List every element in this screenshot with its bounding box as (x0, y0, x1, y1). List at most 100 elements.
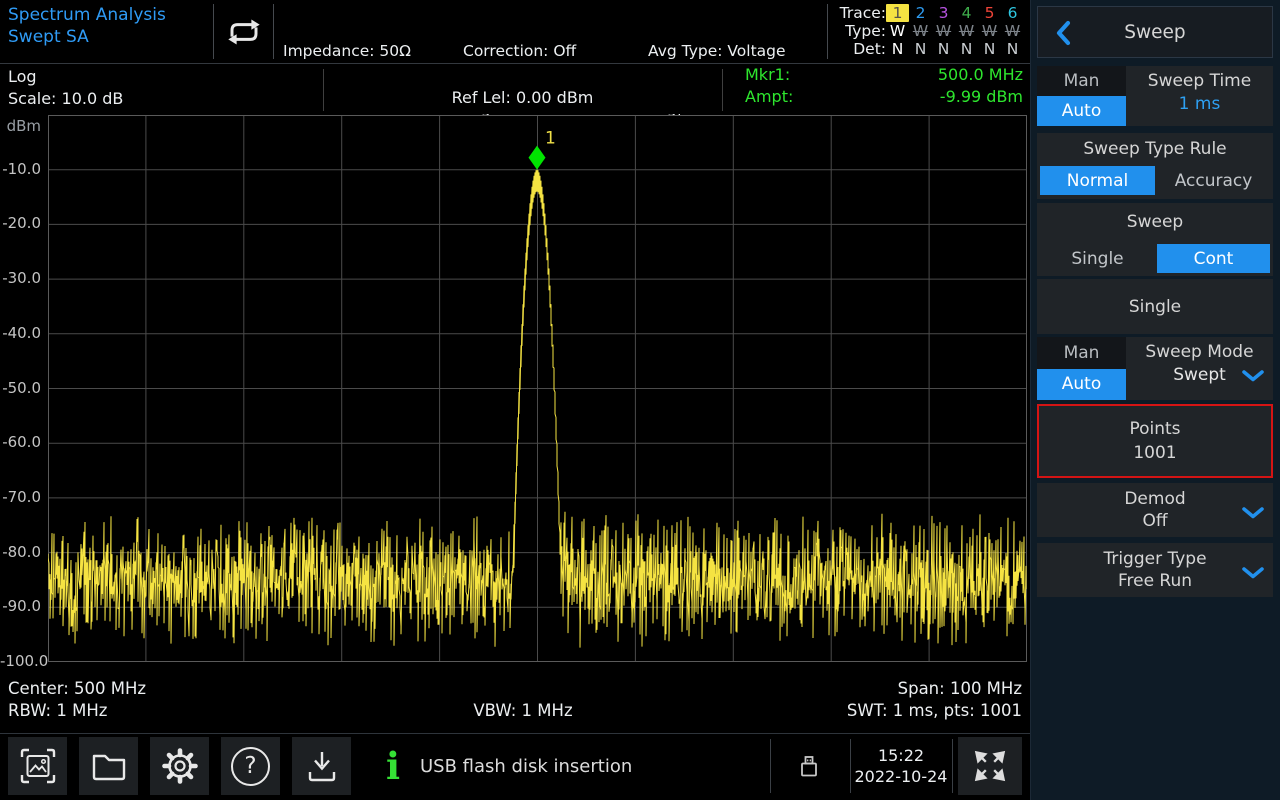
sweep-mode-man-auto-toggle: Man Auto (1037, 337, 1126, 400)
y-tick-label: -90.0 (0, 597, 44, 615)
spectrum-plot-area[interactable]: 1 (48, 115, 1027, 663)
trace-5-detector[interactable]: N (978, 40, 1001, 58)
save-button[interactable] (292, 737, 351, 795)
sweep-type-normal-option[interactable]: Normal (1040, 166, 1155, 195)
sweep-single-option[interactable]: Single (1040, 244, 1155, 273)
screenshot-button[interactable] (8, 737, 67, 795)
trace-6-detector[interactable]: N (1001, 40, 1024, 58)
sweep-cont-option[interactable]: Cont (1157, 244, 1270, 273)
sweep-type-rule-item: Sweep Type Rule Normal Accuracy (1037, 133, 1273, 199)
trace-1-number[interactable]: 1 (886, 4, 909, 22)
trace-3-number[interactable]: 3 (932, 4, 955, 22)
bottom-toolbar: ? i USB flash disk insertion (0, 733, 1030, 798)
rbw-readout[interactable]: RBW: 1 MHz (8, 701, 107, 720)
avg-type-readout: Avg Type: Voltage (648, 42, 786, 61)
y-tick-label: -80.0 (0, 543, 44, 561)
swt-readout[interactable]: SWT: 1 ms, pts: 1001 (700, 701, 1022, 720)
trace-4-type[interactable]: W (955, 22, 978, 40)
points-value: 1001 (1133, 443, 1176, 463)
trace-2-detector[interactable]: N (909, 40, 932, 58)
sweep-cont-item: Sweep Single Cont (1037, 203, 1273, 276)
trace-6-type[interactable]: W (1001, 22, 1024, 40)
sweep-time-man-auto-toggle: Man Auto (1037, 66, 1126, 126)
sweep-label: Sweep (1037, 212, 1273, 232)
type-row-label: Type: (830, 22, 886, 40)
divider (722, 69, 723, 111)
screenshot-icon (18, 746, 58, 786)
scale-readout[interactable]: Log Scale: 10.0 dB (8, 66, 123, 110)
marker-freq-value: 500.0 MHz (938, 65, 1023, 84)
demod-label: Demod (1124, 489, 1185, 509)
trace-5-number[interactable]: 5 (978, 4, 1001, 22)
sweep-mode-man-option[interactable]: Man (1037, 337, 1126, 369)
trigger-type-item[interactable]: Trigger Type Free Run (1037, 543, 1273, 597)
trigger-type-label: Trigger Type (1103, 549, 1206, 569)
center-freq-readout[interactable]: Center: 500 MHz (8, 679, 146, 698)
impedance-readout: Impedance: 50Ω (283, 42, 411, 61)
trigger-type-value: Free Run (1118, 571, 1192, 591)
marker-name: Mkr1: (745, 65, 790, 84)
y-tick-label: -40.0 (0, 324, 44, 342)
trace-6-number[interactable]: 6 (1001, 4, 1024, 22)
sweep-time-man-option[interactable]: Man (1037, 66, 1126, 96)
usb-device-icon (795, 752, 823, 784)
trace-3-detector[interactable]: N (932, 40, 955, 58)
divider (213, 4, 214, 59)
points-label: Points (1129, 419, 1180, 439)
menu-title: Sweep (1038, 7, 1272, 57)
menu-header[interactable]: Sweep (1037, 6, 1273, 58)
mode-title[interactable]: Spectrum Analysis Swept SA (8, 4, 166, 48)
trace-1-detector[interactable]: N (886, 40, 909, 58)
clock-time: 15:22 (878, 745, 924, 766)
trace-1-type[interactable]: W (886, 22, 909, 40)
trace-4-number[interactable]: 4 (955, 4, 978, 22)
scale-value: Scale: 10.0 dB (8, 88, 123, 110)
y-tick-label: -20.0 (0, 214, 44, 232)
info-icon: i (383, 744, 403, 788)
single-sweep-button[interactable]: Single (1037, 279, 1273, 334)
demod-item[interactable]: Demod Off (1037, 483, 1273, 537)
y-tick-label: -70.0 (0, 488, 44, 506)
chevron-down-icon (1242, 504, 1264, 523)
sweep-mode-auto-option[interactable]: Auto (1037, 369, 1126, 401)
sweep-type-accuracy-option[interactable]: Accuracy (1157, 166, 1270, 195)
trace-3-type[interactable]: W (932, 22, 955, 40)
points-item[interactable]: Points 1001 (1037, 404, 1273, 478)
trace-2-number[interactable]: 2 (909, 4, 932, 22)
status-message: USB flash disk insertion (420, 734, 632, 798)
fullscreen-button[interactable] (958, 737, 1022, 795)
marker-ampt-readout: Ampt: -9.99 dBm (745, 87, 1023, 106)
sweep-time-value: 1 ms (1126, 94, 1273, 114)
sweep-time-label: Sweep Time (1126, 71, 1273, 91)
trace-5-type[interactable]: W (978, 22, 1001, 40)
file-manager-button[interactable] (79, 737, 138, 795)
ref-level-readout[interactable]: Ref Lel: 0.00 dBm (323, 88, 722, 107)
save-download-icon (302, 746, 342, 786)
marker-diamond[interactable] (529, 146, 546, 170)
clock-display: 15:22 2022-10-24 (852, 734, 950, 798)
help-button[interactable]: ? (221, 737, 280, 795)
sweep-mode-item[interactable]: Man Auto Sweep Mode Swept (1037, 337, 1273, 400)
sweep-time-auto-option[interactable]: Auto (1037, 96, 1126, 126)
clock-date: 2022-10-24 (855, 766, 948, 787)
vbw-readout[interactable]: VBW: 1 MHz (323, 701, 723, 720)
sweep-menu-sidebar: Sweep Man Auto Sweep Time 1 ms Sweep Typ… (1030, 0, 1280, 800)
sweep-time-item[interactable]: Man Auto Sweep Time 1 ms (1037, 66, 1273, 126)
divider (850, 739, 851, 793)
continuous-sweep-icon[interactable] (220, 11, 268, 57)
settings-button[interactable] (150, 737, 209, 795)
det-row-label: Det: (830, 40, 886, 58)
y-tick-label: -60.0 (0, 433, 44, 451)
marker-freq-readout: Mkr1: 500.0 MHz (745, 65, 1023, 84)
span-readout[interactable]: Span: 100 MHz (700, 679, 1022, 698)
settings-gear-icon (160, 746, 200, 786)
single-sweep-label: Single (1129, 297, 1181, 317)
marker-number-label: 1 (545, 129, 556, 149)
chevron-down-icon (1242, 367, 1264, 386)
y-tick-label: -10.0 (0, 160, 44, 178)
trace-4-detector[interactable]: N (955, 40, 978, 58)
mode-title-line2: Swept SA (8, 26, 166, 48)
trace-2-type[interactable]: W (909, 22, 932, 40)
sweep-type-rule-label: Sweep Type Rule (1037, 139, 1273, 159)
divider (770, 739, 771, 793)
